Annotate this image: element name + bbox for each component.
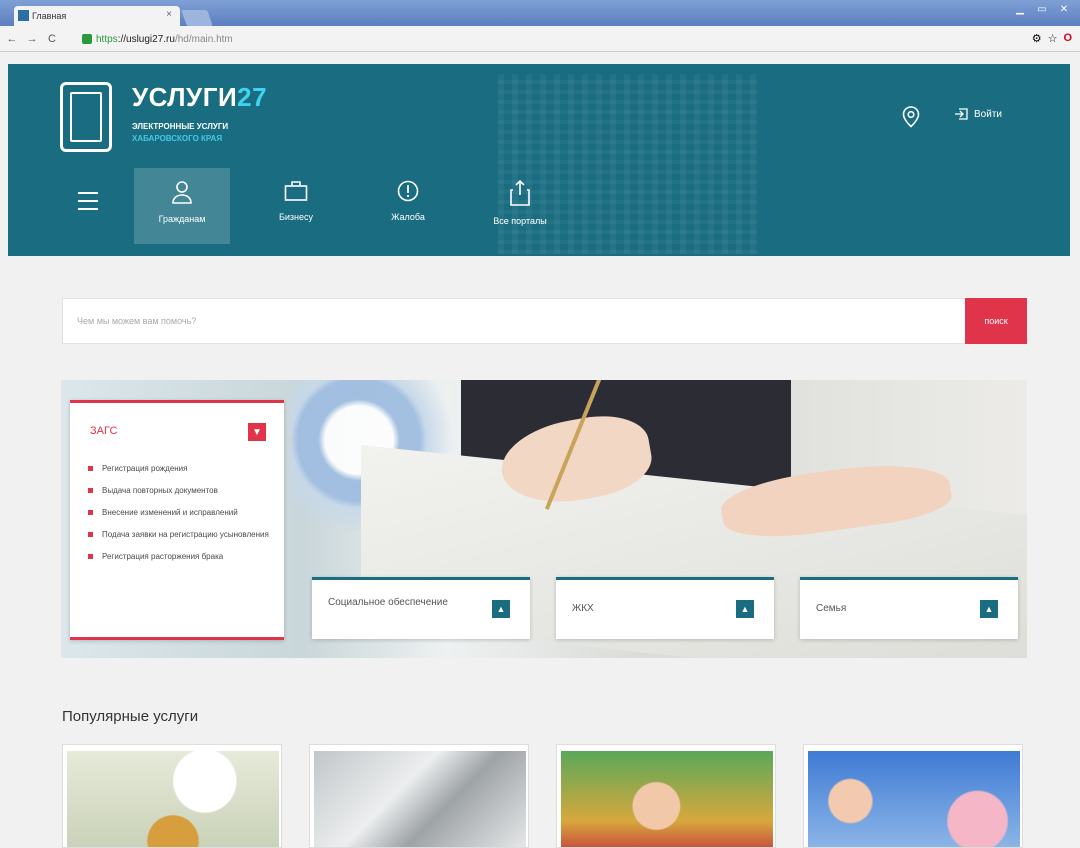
nav-category-business[interactable]: Бизнесу bbox=[248, 168, 344, 244]
nav-category-complaint[interactable]: Жалоба bbox=[360, 168, 456, 244]
zags-service-link[interactable]: Регистрация расторжения брака bbox=[88, 551, 278, 562]
location-pin-icon[interactable] bbox=[902, 106, 920, 128]
chevron-up-icon[interactable]: ▲ bbox=[736, 600, 754, 618]
logo-number: 27 bbox=[237, 82, 268, 112]
zags-service-link[interactable]: Регистрация рождения bbox=[88, 463, 278, 474]
logo-subtitle-2: ХАБАРОВСКОГО КРАЯ bbox=[132, 134, 223, 143]
zags-service-link[interactable]: Внесение изменений и исправлений bbox=[88, 507, 278, 518]
share-icon bbox=[510, 180, 530, 206]
logo-title[interactable]: УСЛУГИ27 bbox=[132, 82, 267, 113]
browser-tab-bar: Главная × ▁ ▭ ✕ bbox=[0, 0, 1080, 26]
nav-category-label: Бизнесу bbox=[278, 212, 314, 222]
nav-category-label: Гражданам bbox=[158, 214, 206, 224]
extension-icon[interactable]: ⚙ bbox=[1032, 32, 1042, 45]
address-bar: ← → C https ://uslugi27.ru /hd/main.htm … bbox=[0, 26, 1080, 52]
new-tab-button[interactable] bbox=[181, 10, 213, 26]
kindergarten-child-image bbox=[561, 751, 773, 847]
zags-collapse-chevron-icon[interactable]: ▼ bbox=[248, 423, 266, 441]
maximize-icon[interactable]: ▭ bbox=[1032, 2, 1052, 18]
category-card-family[interactable]: Семья ▲ bbox=[800, 577, 1018, 639]
category-card-label: Социальное обеспечение bbox=[328, 597, 448, 608]
nav-category-label: Жалоба bbox=[391, 212, 425, 222]
address-bar-actions: ⚙ ☆ O bbox=[1032, 32, 1072, 45]
zags-service-link[interactable]: Выдача повторных документов bbox=[88, 485, 278, 496]
category-card-label: Семья bbox=[816, 603, 847, 614]
zags-service-list: Регистрация рождения Выдача повторных до… bbox=[88, 463, 278, 573]
site-favicon-icon bbox=[18, 10, 29, 21]
children-playing-image bbox=[808, 751, 1020, 847]
stethoscope-image bbox=[314, 751, 526, 847]
bookmark-star-icon[interactable]: ☆ bbox=[1048, 32, 1058, 45]
url-scheme: https bbox=[96, 33, 118, 45]
url-field[interactable]: https ://uslugi27.ru /hd/main.htm bbox=[82, 30, 972, 48]
person-icon bbox=[172, 181, 192, 204]
logo-icon[interactable] bbox=[60, 82, 112, 152]
login-label: Войти bbox=[974, 108, 1002, 120]
login-button[interactable]: Войти bbox=[954, 108, 1002, 120]
zags-panel: ЗАГС ▼ Регистрация рождения Выдача повто… bbox=[70, 400, 284, 640]
logo-subtitle-1: ЭЛЕКТРОННЫЕ УСЛУГИ bbox=[132, 122, 229, 131]
popular-service-card[interactable] bbox=[556, 744, 776, 848]
forward-icon[interactable]: → bbox=[24, 33, 40, 45]
lock-icon bbox=[82, 34, 92, 44]
category-card-label: ЖКХ bbox=[572, 603, 594, 614]
alert-icon bbox=[397, 180, 419, 202]
minimize-icon[interactable]: ▁ bbox=[1010, 2, 1030, 18]
briefcase-icon bbox=[284, 181, 308, 201]
close-window-icon[interactable]: ✕ bbox=[1054, 2, 1074, 18]
search-bar: поиск bbox=[62, 298, 1027, 344]
nav-category-label: Все порталы bbox=[493, 216, 547, 226]
nav-category-all-portals[interactable]: Все порталы bbox=[472, 168, 568, 244]
popular-services-heading: Популярные услуги bbox=[62, 708, 199, 725]
wedding-rings-image bbox=[67, 751, 279, 847]
menu-hamburger-icon[interactable] bbox=[78, 192, 98, 210]
category-card-social[interactable]: Социальное обеспечение ▲ bbox=[312, 577, 530, 639]
opera-menu-icon[interactable]: O bbox=[1063, 32, 1072, 45]
window-controls: ▁ ▭ ✕ bbox=[1010, 2, 1074, 18]
zags-service-link[interactable]: Подача заявки на регистрацию усыновления bbox=[88, 529, 278, 540]
popular-service-card[interactable] bbox=[309, 744, 529, 848]
site-header: УСЛУГИ27 ЭЛЕКТРОННЫЕ УСЛУГИ ХАБАРОВСКОГО… bbox=[8, 64, 1070, 256]
popular-service-card[interactable] bbox=[803, 744, 1023, 848]
url-path: /hd/main.htm bbox=[174, 33, 233, 45]
zags-title[interactable]: ЗАГС bbox=[90, 425, 117, 437]
close-tab-icon[interactable]: × bbox=[166, 9, 172, 20]
url-domain: ://uslugi27.ru bbox=[117, 33, 175, 45]
popular-service-card[interactable] bbox=[62, 744, 282, 848]
browser-tab-title: Главная bbox=[32, 11, 67, 21]
category-card-housing[interactable]: ЖКХ ▲ bbox=[556, 577, 774, 639]
chevron-up-icon[interactable]: ▲ bbox=[492, 600, 510, 618]
chevron-up-icon[interactable]: ▲ bbox=[980, 600, 998, 618]
nav-category-citizens[interactable]: Гражданам bbox=[134, 168, 230, 244]
search-input[interactable] bbox=[63, 299, 943, 343]
reload-icon[interactable]: C bbox=[44, 33, 60, 45]
browser-tab[interactable]: Главная × bbox=[14, 6, 180, 26]
search-button[interactable]: поиск bbox=[965, 298, 1027, 344]
back-icon[interactable]: ← bbox=[4, 33, 20, 45]
hero-banner: ЗАГС ▼ Регистрация рождения Выдача повто… bbox=[61, 380, 1027, 658]
login-icon bbox=[955, 108, 968, 120]
